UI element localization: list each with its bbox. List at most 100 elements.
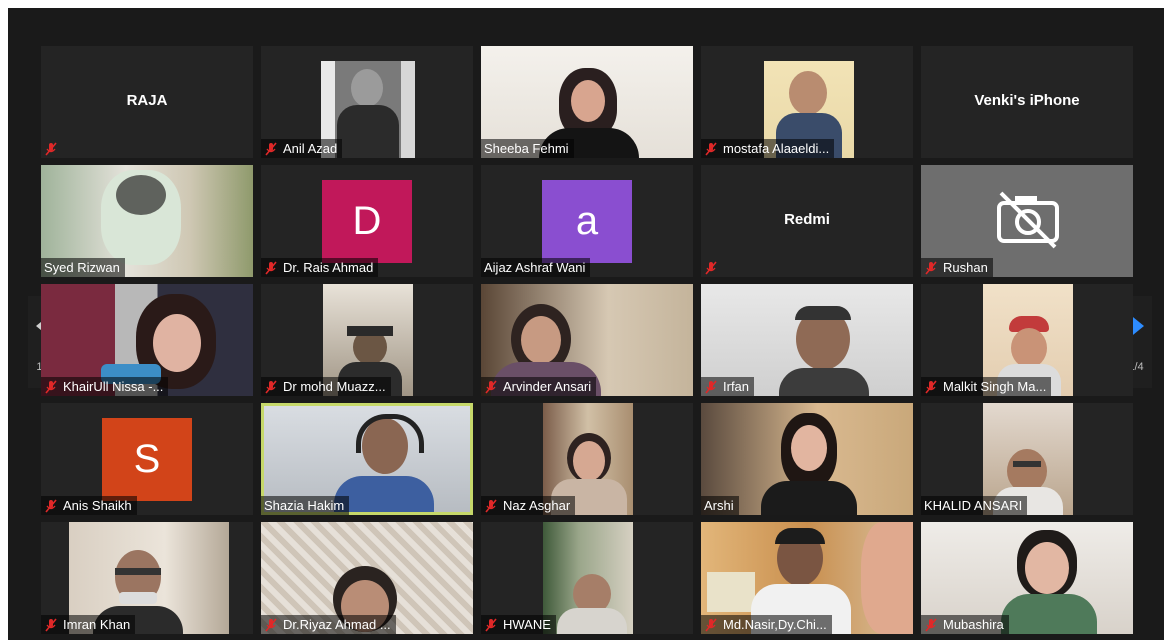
mic-muted-icon (44, 498, 58, 513)
participant-name: Aijaz Ashraf Wani (484, 260, 586, 275)
participant-tile[interactable]: Naz Asghar (481, 403, 693, 515)
participant-name: KHALID ANSARI (924, 498, 1023, 513)
participant-avatar: D (322, 180, 412, 263)
participant-name-bar (701, 258, 728, 277)
participant-name: Malkit Singh Ma... (943, 379, 1047, 394)
participant-name: Anil Azad (283, 141, 338, 156)
participant-tile[interactable]: Rushan (921, 165, 1133, 277)
mic-muted-icon (44, 617, 58, 632)
participant-name-bar: Md.Nasir,Dy.Chi... (701, 615, 832, 634)
participant-name: Md.Nasir,Dy.Chi... (723, 617, 827, 632)
mic-muted-icon (924, 260, 938, 275)
participant-name-bar: Arvinder Ansari (481, 377, 597, 396)
participant-name-bar: Naz Asghar (481, 496, 576, 515)
participant-display-name: Redmi (784, 211, 830, 228)
participant-display-name: Venki's iPhone (974, 92, 1080, 109)
participant-name-bar: Dr.Riyaz Ahmad ... (261, 615, 396, 634)
participant-tile[interactable]: S Anis Shaikh (41, 403, 253, 515)
participant-name-bar: Mubashira (921, 615, 1009, 634)
participant-tile[interactable]: a Aijaz Ashraf Wani (481, 165, 693, 277)
mic-muted-icon (704, 260, 718, 275)
participant-name-bar: Imran Khan (41, 615, 136, 634)
participant-avatar: a (542, 180, 632, 263)
mic-muted-icon (484, 498, 498, 513)
participant-tile-active-speaker[interactable]: Shazia Hakim (261, 403, 473, 515)
participant-tile[interactable]: KhairUll Nissa -... (41, 284, 253, 396)
participant-name: Arshi (704, 498, 734, 513)
mic-muted-icon (264, 141, 278, 156)
participant-name: Arvinder Ansari (503, 379, 592, 394)
avatar-letter: S (133, 437, 161, 481)
participant-tile[interactable]: Arshi (701, 403, 913, 515)
participant-name: Anis Shaikh (63, 498, 132, 513)
participant-tile[interactable]: Irfan (701, 284, 913, 396)
participant-tile[interactable]: Imran Khan (41, 522, 253, 634)
mic-muted-icon (484, 617, 498, 632)
participant-name-bar: KHALID ANSARI (921, 496, 1028, 515)
participant-tile[interactable]: Syed Rizwan (41, 165, 253, 277)
participant-name: Dr. Rais Ahmad (283, 260, 374, 275)
participant-name: Syed Rizwan (44, 260, 120, 275)
participant-tile[interactable]: Anil Azad (261, 46, 473, 158)
participant-name: Imran Khan (63, 617, 131, 632)
participant-tile[interactable]: Md.Nasir,Dy.Chi... (701, 522, 913, 634)
avatar-letter: D (352, 199, 382, 243)
participant-name-bar: Shazia Hakim (261, 496, 350, 515)
participant-name-bar: Anil Azad (261, 139, 343, 158)
participant-tile[interactable]: HWANE (481, 522, 693, 634)
mic-muted-icon (704, 141, 718, 156)
participant-name: Rushan (943, 260, 988, 275)
participant-tile[interactable]: D Dr. Rais Ahmad (261, 165, 473, 277)
participant-name-bar: HWANE (481, 615, 556, 634)
participant-tile[interactable]: Venki's iPhone (921, 46, 1133, 158)
participant-tile[interactable]: KHALID ANSARI (921, 403, 1133, 515)
participant-name-bar: Syed Rizwan (41, 258, 125, 277)
mic-muted-icon (704, 379, 718, 394)
participant-tile[interactable]: RAJA (41, 46, 253, 158)
participant-tile[interactable]: Mubashira (921, 522, 1133, 634)
participant-tile[interactable]: Sheeba Fehmi (481, 46, 693, 158)
participant-avatar: S (102, 418, 192, 501)
mic-muted-icon (44, 141, 58, 156)
participant-name-bar: Irfan (701, 377, 755, 396)
participant-tile[interactable]: Dr.Riyaz Ahmad ... (261, 522, 473, 634)
participant-name-bar: Aijaz Ashraf Wani (481, 258, 591, 277)
participant-name: Mubashira (943, 617, 1004, 632)
participant-name-bar: Malkit Singh Ma... (921, 377, 1052, 396)
participant-name-bar: KhairUll Nissa -... (41, 377, 169, 396)
participant-tile[interactable]: Redmi (701, 165, 913, 277)
mic-muted-icon (44, 379, 58, 394)
participant-name: Dr mohd Muazz... (283, 379, 386, 394)
participant-name-bar: mostafa Alaaeldi... (701, 139, 835, 158)
mic-muted-icon (484, 379, 498, 394)
participant-tile[interactable]: Arvinder Ansari (481, 284, 693, 396)
participant-tile[interactable]: Dr mohd Muazz... (261, 284, 473, 396)
participant-name-bar: Dr mohd Muazz... (261, 377, 391, 396)
participant-name: mostafa Alaaeldi... (723, 141, 830, 156)
participant-name-bar: Arshi (701, 496, 739, 515)
participant-tile[interactable]: Malkit Singh Ma... (921, 284, 1133, 396)
participant-name: Irfan (723, 379, 750, 394)
participant-name-bar: Anis Shaikh (41, 496, 137, 515)
participant-name-bar (41, 139, 68, 158)
participant-name: HWANE (503, 617, 551, 632)
mic-muted-icon (264, 617, 278, 632)
meeting-window: 1/4 1/4 RAJA Anil Azad (8, 8, 1164, 640)
participant-name: Naz Asghar (503, 498, 571, 513)
participant-name: Shazia Hakim (264, 498, 345, 513)
participant-name-bar: Rushan (921, 258, 993, 277)
camera-off-icon (997, 191, 1059, 249)
participant-name: Dr.Riyaz Ahmad ... (283, 617, 391, 632)
mic-muted-icon (924, 379, 938, 394)
participant-video (543, 522, 633, 634)
avatar-letter: a (575, 199, 599, 243)
mic-muted-icon (264, 379, 278, 394)
mic-muted-icon (264, 260, 278, 275)
video-grid: RAJA Anil Azad Sheeba Fehmi mostafa Alaa… (41, 46, 1133, 640)
mic-muted-icon (704, 617, 718, 632)
participant-tile[interactable]: mostafa Alaaeldi... (701, 46, 913, 158)
participant-name: Sheeba Fehmi (484, 141, 569, 156)
mic-muted-icon (924, 617, 938, 632)
participant-name-bar: Sheeba Fehmi (481, 139, 574, 158)
participant-name-bar: Dr. Rais Ahmad (261, 258, 379, 277)
